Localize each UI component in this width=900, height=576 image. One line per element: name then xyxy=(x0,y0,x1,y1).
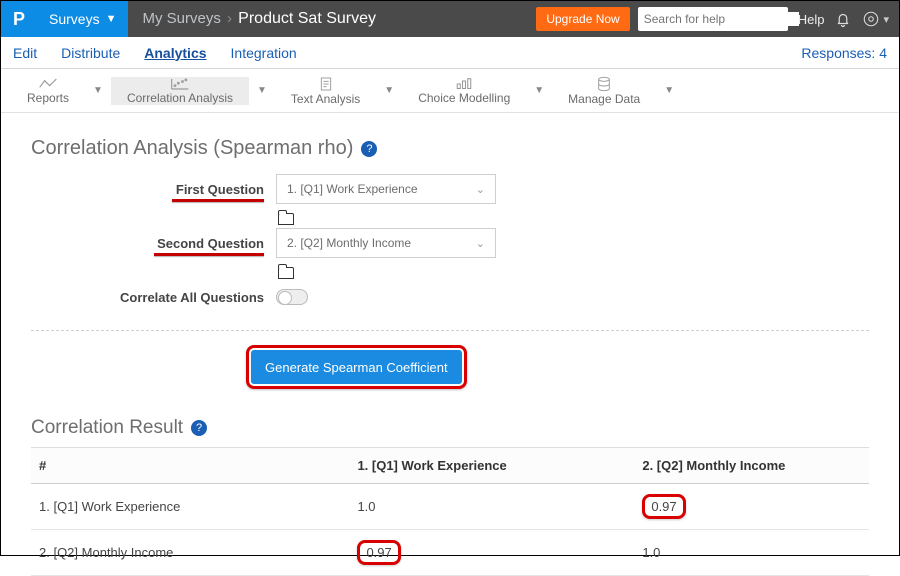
first-question-select[interactable]: 1. [Q1] Work Experience ⌄ xyxy=(276,174,496,204)
chevron-down-icon: ⌄ xyxy=(476,237,485,250)
chart-line-icon xyxy=(38,77,58,91)
tool-choice-modelling[interactable]: Choice Modelling xyxy=(402,77,526,105)
folder-icon[interactable] xyxy=(278,213,294,225)
tab-distribute[interactable]: Distribute xyxy=(61,45,120,61)
annotation-highlight: Generate Spearman Coefficient xyxy=(246,345,467,389)
cell-value: 1.0 xyxy=(634,530,869,576)
database-icon xyxy=(596,76,612,92)
table-row: 1. [Q1] Work Experience 1.0 0.97 xyxy=(31,484,869,530)
tool-reports[interactable]: Reports xyxy=(11,77,85,105)
chevron-down-icon: ▾ xyxy=(883,13,889,26)
chevron-down-icon[interactable]: ▼ xyxy=(249,85,275,96)
second-question-label: Second Question xyxy=(31,236,276,251)
annotation-underline xyxy=(172,199,264,202)
tool-text-analysis[interactable]: Text Analysis xyxy=(275,76,376,106)
breadcrumb-root[interactable]: My Surveys xyxy=(142,10,220,27)
cell-value: 0.97 xyxy=(349,530,634,576)
result-panel: Correlation Result ? # 1. [Q1] Work Expe… xyxy=(31,417,869,576)
annotation-highlight: 0.97 xyxy=(357,540,400,565)
breadcrumb-current: Product Sat Survey xyxy=(238,10,376,27)
col-hash: # xyxy=(31,448,349,484)
annotation-underline xyxy=(154,253,264,256)
panel-title-text: Correlation Analysis (Spearman rho) xyxy=(31,137,353,160)
result-title: Correlation Result ? xyxy=(31,417,869,439)
help-icon[interactable]: ? xyxy=(361,141,377,157)
second-question-select[interactable]: 2. [Q2] Monthly Income ⌄ xyxy=(276,228,496,258)
row-label: 1. [Q1] Work Experience xyxy=(31,484,349,530)
chevron-down-icon: ▼ xyxy=(106,13,117,25)
first-question-label: First Question xyxy=(31,182,276,197)
breadcrumb: My Surveys › Product Sat Survey xyxy=(128,10,390,28)
chevron-down-icon: ⌄ xyxy=(476,183,485,196)
main-tab-bar: Edit Distribute Analytics Integration Re… xyxy=(1,37,899,69)
tool-reports-label: Reports xyxy=(27,91,69,105)
tool-manage-data[interactable]: Manage Data xyxy=(552,76,656,106)
tool-choice-label: Choice Modelling xyxy=(418,91,510,105)
help-icon[interactable]: ? xyxy=(191,420,207,436)
row-label: 2. [Q2] Monthly Income xyxy=(31,530,349,576)
tool-correlation-label: Correlation Analysis xyxy=(127,91,233,105)
brand-logo[interactable]: P xyxy=(1,1,37,37)
tab-integration[interactable]: Integration xyxy=(231,45,297,61)
correlation-panel: Correlation Analysis (Spearman rho) ? Fi… xyxy=(1,113,899,322)
upgrade-button[interactable]: Upgrade Now xyxy=(536,7,629,31)
tab-edit[interactable]: Edit xyxy=(13,45,37,61)
correlate-all-label: Correlate All Questions xyxy=(31,290,276,305)
second-question-value: 2. [Q2] Monthly Income xyxy=(287,236,411,250)
col-q2: 2. [Q2] Monthly Income xyxy=(634,448,869,484)
scatter-icon xyxy=(170,77,190,91)
top-bar: P Surveys ▼ My Surveys › Product Sat Sur… xyxy=(1,1,899,37)
help-link[interactable]: Help xyxy=(798,12,825,27)
generate-button[interactable]: Generate Spearman Coefficient xyxy=(251,350,462,384)
col-q1: 1. [Q1] Work Experience xyxy=(349,448,634,484)
tab-analytics[interactable]: Analytics xyxy=(144,45,206,61)
help-search-input[interactable] xyxy=(644,12,799,26)
panel-title: Correlation Analysis (Spearman rho) ? xyxy=(31,137,869,160)
cell-value: 0.97 xyxy=(634,484,869,530)
correlate-all-toggle[interactable] xyxy=(276,289,308,305)
chevron-down-icon[interactable]: ▼ xyxy=(85,85,111,96)
chevron-down-icon[interactable]: ▼ xyxy=(526,85,552,96)
chevron-down-icon[interactable]: ▼ xyxy=(376,85,402,96)
result-title-text: Correlation Result xyxy=(31,417,183,439)
bar-chart-icon xyxy=(455,77,473,91)
correlation-table: # 1. [Q1] Work Experience 2. [Q2] Monthl… xyxy=(31,447,869,576)
cell-value: 1.0 xyxy=(349,484,634,530)
responses-link[interactable]: Responses: 4 xyxy=(801,45,887,61)
document-icon xyxy=(318,76,334,92)
first-question-value: 1. [Q1] Work Experience xyxy=(287,182,418,196)
annotation-highlight: 0.97 xyxy=(642,494,685,519)
chevron-down-icon[interactable]: ▼ xyxy=(656,85,682,96)
help-search[interactable] xyxy=(638,7,788,31)
divider xyxy=(31,330,869,331)
surveys-label: Surveys xyxy=(49,11,100,27)
analytics-toolbar: Reports ▼ Correlation Analysis ▼ Text An… xyxy=(1,69,899,113)
bell-icon[interactable] xyxy=(834,10,852,28)
table-row: 2. [Q2] Monthly Income 0.97 1.0 xyxy=(31,530,869,576)
user-menu[interactable]: ▾ xyxy=(862,10,889,28)
tool-manage-label: Manage Data xyxy=(568,92,640,106)
tool-correlation[interactable]: Correlation Analysis xyxy=(111,77,249,105)
folder-icon[interactable] xyxy=(278,267,294,279)
tool-text-label: Text Analysis xyxy=(291,92,360,106)
surveys-dropdown[interactable]: Surveys ▼ xyxy=(37,1,128,37)
chevron-right-icon: › xyxy=(225,10,234,27)
